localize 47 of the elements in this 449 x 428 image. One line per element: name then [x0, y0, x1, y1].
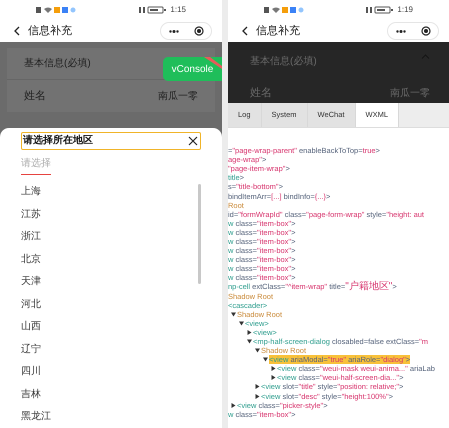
- more-icon[interactable]: [396, 30, 406, 32]
- page-title: 信息补充: [256, 24, 300, 39]
- status-time: 1:15: [170, 4, 186, 16]
- region-option[interactable]: 吉林: [21, 383, 198, 406]
- page-title: 信息补充: [28, 24, 72, 39]
- section-title: 基本信息(必填): [24, 56, 91, 71]
- region-option[interactable]: 山西: [21, 316, 198, 338]
- expand-triangle-icon[interactable]: [231, 402, 236, 408]
- back-icon[interactable]: [14, 26, 20, 36]
- region-option[interactable]: 河北: [21, 293, 198, 316]
- battery-icon: [139, 6, 168, 14]
- target-icon[interactable]: [420, 26, 430, 36]
- close-icon[interactable]: [188, 136, 198, 146]
- battery-icon: [366, 6, 394, 14]
- field-label: 姓名: [250, 86, 272, 101]
- sheet-title: 请选择所在地区: [23, 134, 93, 148]
- expand-triangle-icon[interactable]: [271, 375, 276, 380]
- expand-triangle-icon[interactable]: [247, 330, 252, 335]
- collapse-triangle-icon[interactable]: [239, 320, 244, 326]
- status-icons: [264, 6, 306, 14]
- capsule-menu[interactable]: [387, 22, 439, 40]
- status-time: 1:19: [397, 4, 413, 16]
- region-option[interactable]: 江苏: [21, 203, 198, 226]
- expand-triangle-icon[interactable]: [271, 366, 276, 372]
- back-icon[interactable]: [242, 26, 248, 36]
- field-label: 姓名: [24, 88, 46, 104]
- scrollbar[interactable]: [198, 184, 201, 284]
- target-icon[interactable]: [194, 26, 204, 36]
- status-icons: [36, 6, 78, 14]
- field-value: 南瓜一零: [158, 90, 198, 104]
- collapse-triangle-icon[interactable]: [263, 357, 268, 362]
- region-option[interactable]: 黑龙江: [21, 406, 198, 428]
- capsule-menu[interactable]: [160, 22, 212, 40]
- region-option[interactable]: 四川: [21, 360, 198, 383]
- region-option[interactable]: 浙江: [21, 226, 198, 248]
- collapse-triangle-icon[interactable]: [247, 339, 252, 344]
- more-icon[interactable]: [168, 30, 178, 32]
- section-title: 基本信息(必填): [250, 54, 317, 69]
- expand-triangle-icon[interactable]: [255, 384, 260, 390]
- field-value: 南瓜一零: [390, 86, 430, 101]
- collapse-triangle-icon[interactable]: [255, 348, 260, 354]
- expand-triangle-icon[interactable]: [255, 394, 260, 399]
- region-option[interactable]: 天津: [21, 270, 198, 293]
- region-option[interactable]: 上海: [21, 180, 198, 203]
- collapse-triangle-icon[interactable]: [231, 312, 236, 317]
- region-option[interactable]: 北京: [21, 248, 198, 270]
- region-option[interactable]: 辽宁: [21, 338, 198, 360]
